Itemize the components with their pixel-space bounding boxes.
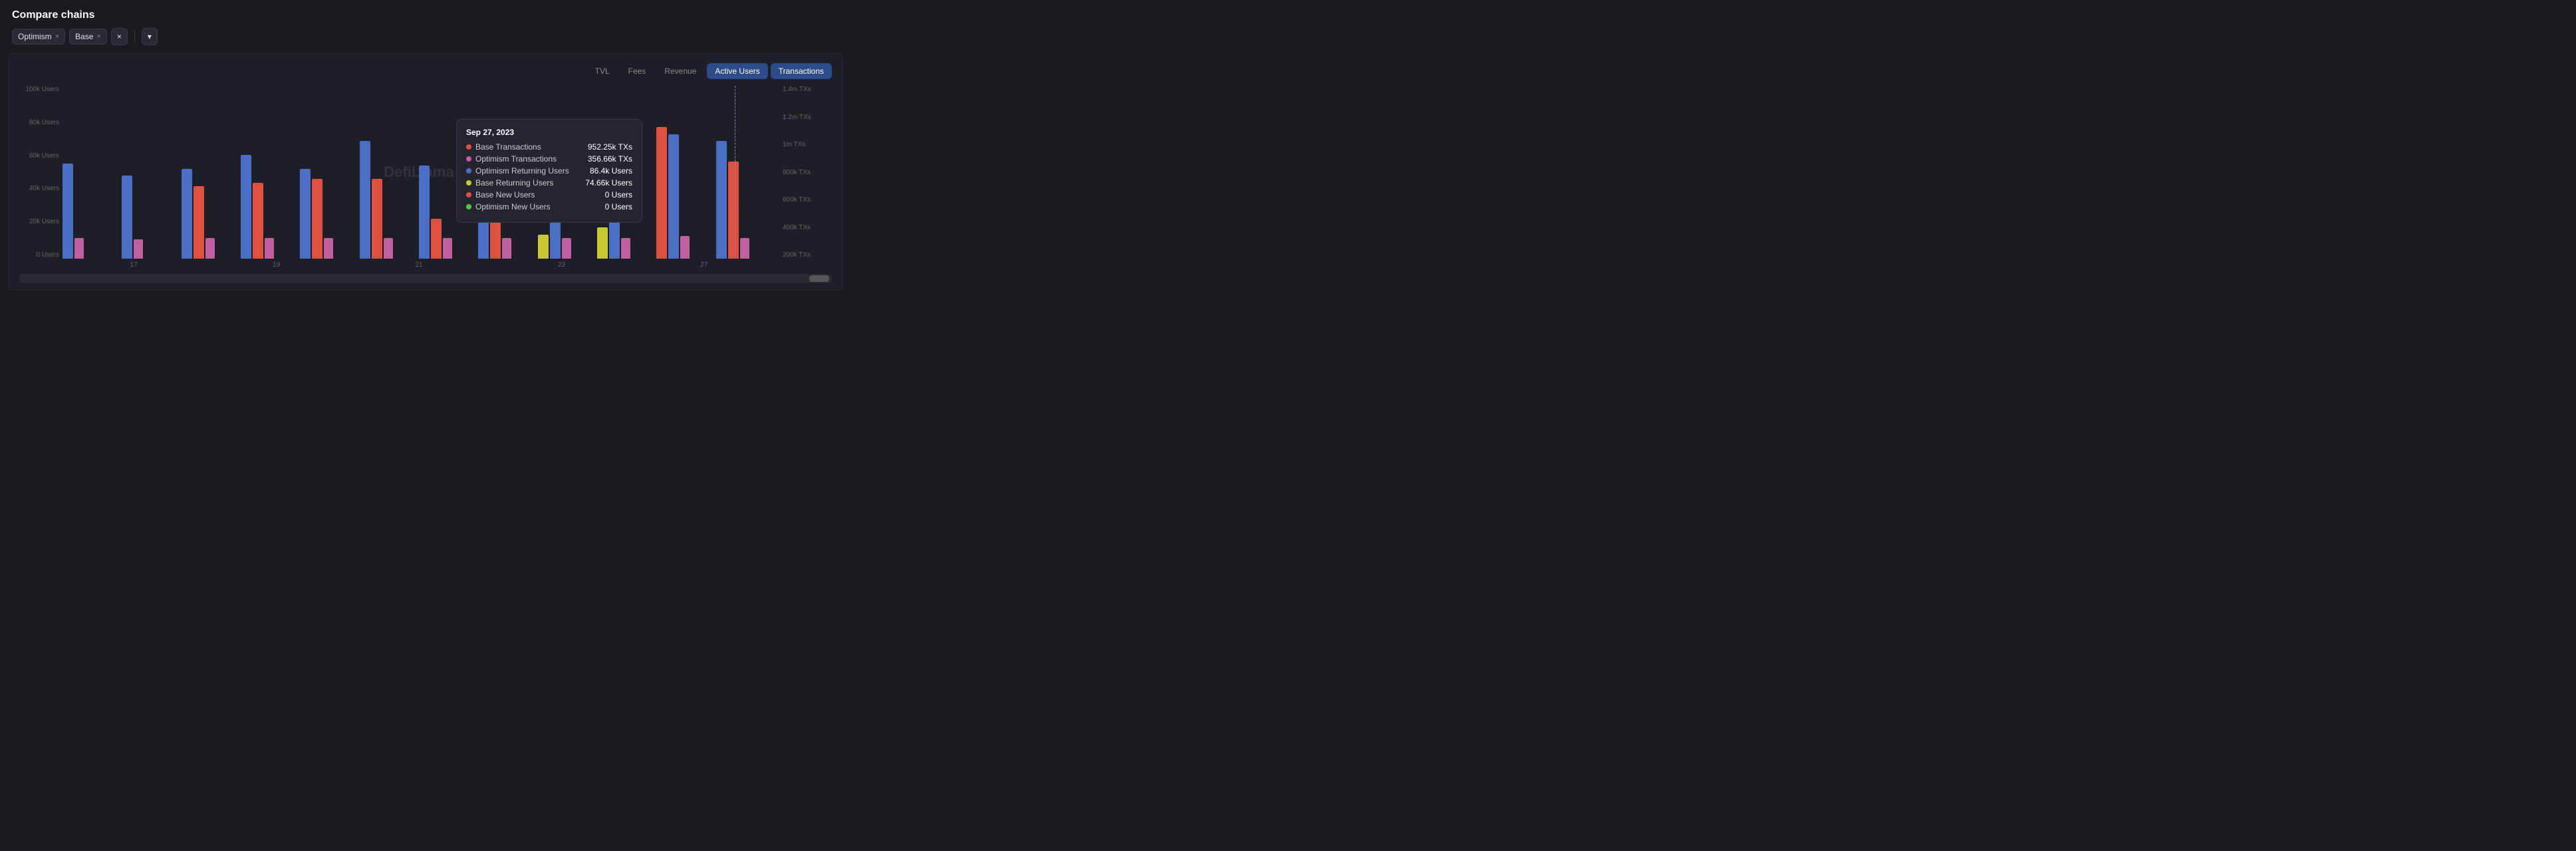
bar-group-12 xyxy=(716,86,775,259)
y-axis-left: 100k Users 80k Users 60k Users 40k Users… xyxy=(19,86,59,259)
bar-optimism-returning-3 xyxy=(182,169,192,259)
bar-optimism-tx-2 xyxy=(134,239,143,259)
bar-group-1 xyxy=(63,86,122,259)
tab-transactions[interactable]: Transactions xyxy=(771,63,832,79)
bar-base-tx-7 xyxy=(431,219,442,259)
chart-area: 100k Users 80k Users 60k Users 40k Users… xyxy=(19,86,832,259)
bar-group-2 xyxy=(122,86,181,259)
bar-optimism-returning-12 xyxy=(716,141,727,259)
page-title: Compare chains xyxy=(0,0,851,28)
tooltip-dot-2 xyxy=(466,168,471,174)
chain-tag-base-remove[interactable]: × xyxy=(96,33,100,41)
tooltip-row-0: Base Transactions 952.25k TXs xyxy=(466,142,632,152)
tooltip-dot-5 xyxy=(466,204,471,209)
chain-tag-base[interactable]: Base × xyxy=(69,29,107,45)
bar-optimism-tx-12 xyxy=(740,238,749,259)
bar-optimism-tx-4 xyxy=(265,238,274,259)
tooltip-dot-3 xyxy=(466,180,471,185)
chain-tag-optimism-remove[interactable]: × xyxy=(55,33,59,41)
bar-optimism-returning-7 xyxy=(419,166,430,259)
bar-group-4 xyxy=(241,86,300,259)
bar-group-11 xyxy=(656,86,715,259)
tooltip-value-0: 952.25k TXs xyxy=(588,142,632,152)
bar-optimism-tx-1 xyxy=(74,238,84,259)
tooltip-row-5: Optimism New Users 0 Users xyxy=(466,202,632,211)
tooltip-dot-4 xyxy=(466,192,471,197)
chart-tabs: TVL Fees Revenue Active Users Transactio… xyxy=(19,63,832,79)
bar-optimism-returning-5 xyxy=(300,169,311,259)
tooltip-label-5: Optimism New Users xyxy=(475,202,601,211)
bar-optimism-tx-7 xyxy=(443,238,452,259)
bar-base-tx-4 xyxy=(253,183,263,259)
bar-optimism-tx-8 xyxy=(502,238,511,259)
bar-group-5 xyxy=(300,86,359,259)
bar-optimism-tx-10 xyxy=(621,238,630,259)
x-label-2: 21 xyxy=(348,261,490,269)
bar-optimism-returning-2 xyxy=(122,176,132,259)
bar-group-3 xyxy=(182,86,241,259)
bar-base-tx-6 xyxy=(372,179,382,259)
tab-active-users[interactable]: Active Users xyxy=(707,63,767,79)
chain-tag-base-label: Base xyxy=(75,32,93,41)
tab-tvl[interactable]: TVL xyxy=(587,63,618,79)
bar-base-returning-10 xyxy=(597,227,608,259)
tooltip-date: Sep 27, 2023 xyxy=(466,128,632,137)
tooltip-value-1: 356.66k TXs xyxy=(588,154,632,164)
bar-optimism-tx-9 xyxy=(562,238,571,259)
bar-optimism-tx-3 xyxy=(205,238,215,259)
tooltip-value-3: 74.66k Users xyxy=(585,178,632,187)
tooltip-value-4: 0 Users xyxy=(605,190,632,199)
scrollbar-area[interactable] xyxy=(19,274,832,283)
bar-group-6 xyxy=(360,86,419,259)
chain-tag-optimism[interactable]: Optimism × xyxy=(12,29,65,45)
bar-optimism-returning-11 xyxy=(668,134,679,259)
tooltip-label-4: Base New Users xyxy=(475,190,601,199)
bar-optimism-tx-6 xyxy=(384,238,393,259)
chart-tooltip: Sep 27, 2023 Base Transactions 952.25k T… xyxy=(456,119,642,223)
tooltip-dot-0 xyxy=(466,144,471,150)
tooltip-row-2: Optimism Returning Users 86.4k Users xyxy=(466,166,632,176)
bar-optimism-returning-10 xyxy=(609,221,620,259)
tooltip-row-3: Base Returning Users 74.66k Users xyxy=(466,178,632,187)
chain-tag-optimism-label: Optimism xyxy=(18,32,52,41)
bar-base-tx-11 xyxy=(656,127,667,259)
tooltip-label-3: Base Returning Users xyxy=(475,178,581,187)
tooltip-label-2: Optimism Returning Users xyxy=(475,166,586,176)
bars-area: DefiLlama xyxy=(63,86,775,259)
tooltip-label-1: Optimism Transactions xyxy=(475,154,584,164)
scrollbar-thumb[interactable] xyxy=(809,275,829,282)
x-label-3: 23 xyxy=(490,261,632,269)
x-label-4: 27 xyxy=(633,261,775,269)
bar-optimism-returning-1 xyxy=(63,164,73,259)
tooltip-row-1: Optimism Transactions 356.66k TXs xyxy=(466,154,632,164)
x-label-0: 17 xyxy=(63,261,205,269)
tooltip-label-0: Base Transactions xyxy=(475,142,584,152)
tooltip-value-5: 0 Users xyxy=(605,202,632,211)
filter-separator xyxy=(134,30,135,43)
bar-optimism-tx-5 xyxy=(324,238,333,259)
tooltip-row-4: Base New Users 0 Users xyxy=(466,190,632,199)
tooltip-value-2: 86.4k Users xyxy=(590,166,632,176)
chart-container: TVL Fees Revenue Active Users Transactio… xyxy=(8,53,843,291)
bar-optimism-tx-11 xyxy=(680,236,690,259)
tooltip-dot-1 xyxy=(466,156,471,162)
tab-revenue[interactable]: Revenue xyxy=(656,63,704,79)
bar-base-returning-9 xyxy=(538,235,549,259)
bar-base-tx-3 xyxy=(193,186,204,259)
bar-base-tx-12 xyxy=(728,162,739,259)
filter-bar: Optimism × Base × × ▾ xyxy=(0,28,851,53)
x-label-1: 19 xyxy=(205,261,347,269)
clear-all-button[interactable]: × xyxy=(111,28,128,45)
x-axis: 17 19 21 23 27 xyxy=(63,261,775,269)
y-axis-right: 1.4m TXs 1.2m TXs 1m TXs 800k TXs 600k T… xyxy=(779,86,832,259)
chain-dropdown-button[interactable]: ▾ xyxy=(142,28,158,45)
bar-optimism-returning-4 xyxy=(241,155,251,259)
bar-optimism-returning-6 xyxy=(360,141,370,259)
tab-fees[interactable]: Fees xyxy=(620,63,654,79)
bar-base-tx-5 xyxy=(312,179,322,259)
